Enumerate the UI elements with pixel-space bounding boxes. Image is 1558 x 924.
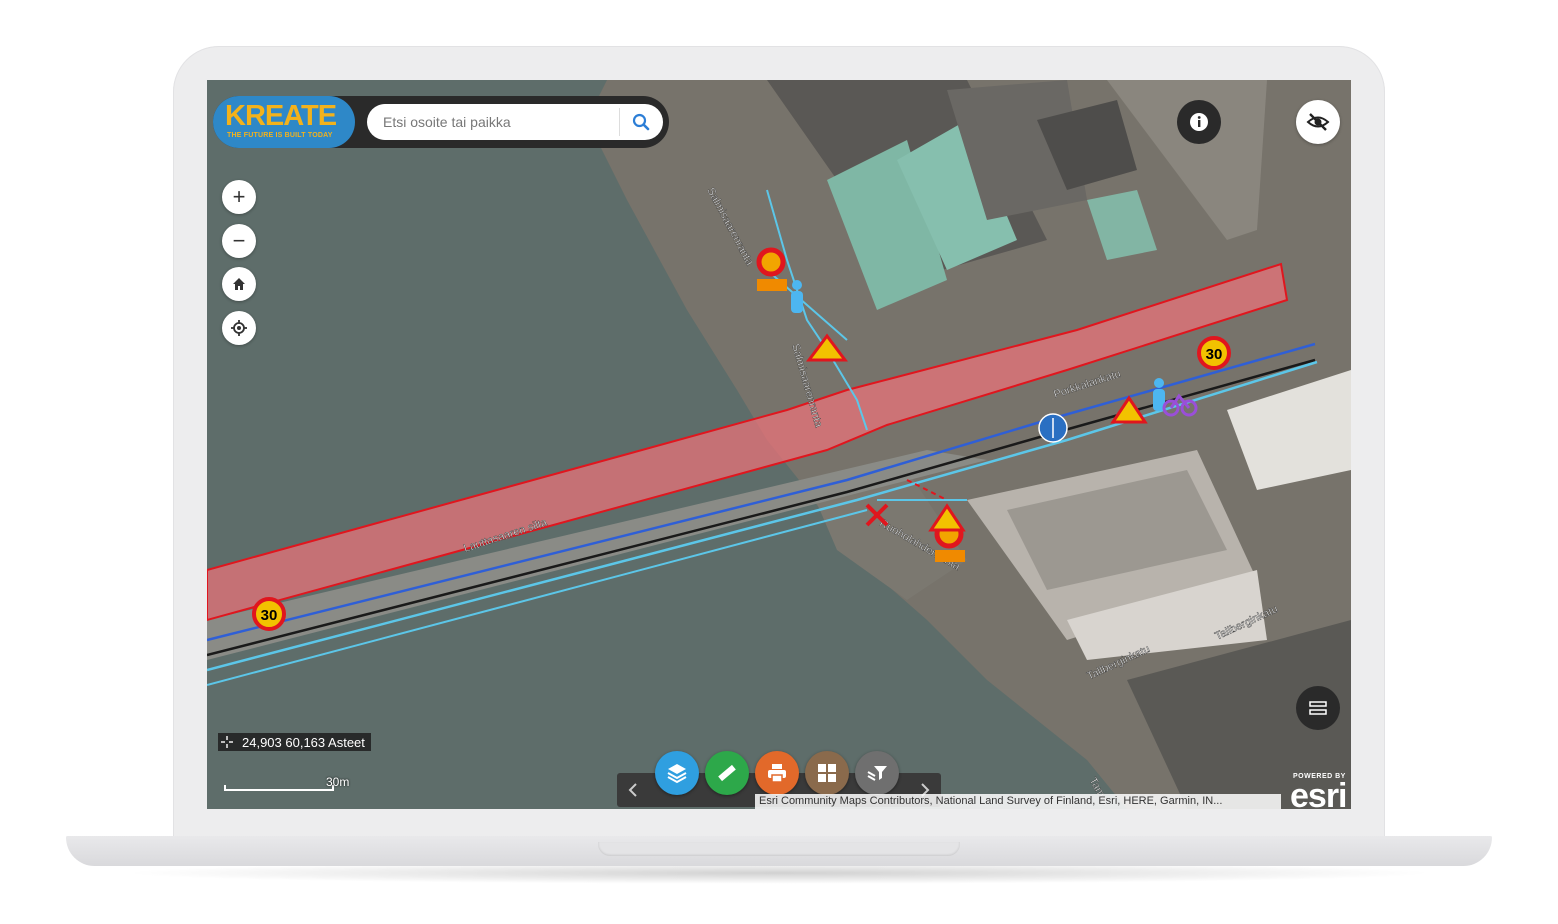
search-icon xyxy=(632,113,650,131)
kreate-logo: KREATE THE FUTURE IS BUILT TODAY xyxy=(213,96,355,148)
home-button[interactable] xyxy=(222,267,256,301)
search-divider xyxy=(619,108,620,136)
layer-filter-icon xyxy=(867,766,887,781)
zoom-in-button[interactable]: + xyxy=(222,180,256,214)
logo-text: KREATE xyxy=(225,100,337,132)
measure-button[interactable] xyxy=(705,751,749,795)
map-view[interactable]: Salmisaarenranta Salmisaarenranta Porkka… xyxy=(207,80,1351,809)
coordinate-readout[interactable]: 24,903 60,163 Asteet xyxy=(218,733,371,751)
measure-icon xyxy=(718,764,736,782)
speed-limit-sign[interactable]: 30 xyxy=(1197,336,1231,370)
pedestrian-cycle-path-sign[interactable] xyxy=(1038,413,1068,443)
swipe-button[interactable] xyxy=(1296,686,1340,730)
laptop-notch xyxy=(598,842,960,856)
locate-button[interactable] xyxy=(222,311,256,345)
map-attribution[interactable]: Esri Community Maps Contributors, Nation… xyxy=(755,794,1281,809)
info-button[interactable] xyxy=(1177,100,1221,144)
print-button[interactable] xyxy=(755,751,799,795)
search-bar xyxy=(367,104,663,140)
info-icon xyxy=(1190,113,1208,131)
search-input[interactable] xyxy=(367,104,619,140)
locate-icon xyxy=(231,320,247,336)
layers-icon xyxy=(667,764,687,784)
basemap-gallery-button[interactable] xyxy=(805,751,849,795)
logo-tagline: THE FUTURE IS BUILT TODAY xyxy=(227,132,333,139)
map-canvas[interactable]: Salmisaarenranta Salmisaarenranta Porkka… xyxy=(207,80,1351,809)
layers-button[interactable] xyxy=(655,751,699,795)
minus-icon: − xyxy=(232,228,246,253)
basemap-gallery-icon xyxy=(818,764,836,782)
speed-limit-value: 30 xyxy=(1206,346,1223,363)
layer-filter-button[interactable] xyxy=(855,751,899,795)
swipe-icon xyxy=(1309,701,1327,715)
toggle-visibility-button[interactable] xyxy=(1296,100,1340,144)
no-entry-sign[interactable] xyxy=(756,247,786,277)
esri-logo: POWERED BY esri xyxy=(1287,771,1351,809)
detour-plate-icon[interactable] xyxy=(757,279,787,291)
toolbar-prev-button[interactable] xyxy=(617,773,649,807)
pedestrian-icon[interactable] xyxy=(791,280,803,313)
print-icon xyxy=(768,764,786,783)
chevron-left-icon xyxy=(628,783,637,797)
scale-bar-label: 30m xyxy=(326,775,350,789)
coordinate-text: 24,903 60,163 Asteet xyxy=(242,734,365,750)
scale-bar-line xyxy=(224,785,334,791)
eye-off-icon xyxy=(1306,113,1330,131)
scale-bar: 30m xyxy=(224,775,349,793)
plus-icon: + xyxy=(232,184,246,209)
home-icon xyxy=(233,278,245,290)
search-button[interactable] xyxy=(623,106,659,138)
crosshair-icon xyxy=(220,735,234,749)
detour-plate-icon[interactable] xyxy=(935,550,965,562)
esri-wordmark: esri xyxy=(1290,777,1347,809)
speed-limit-value: 30 xyxy=(261,607,278,624)
speed-limit-sign[interactable]: 30 xyxy=(252,597,286,631)
zoom-out-button[interactable]: − xyxy=(222,224,256,258)
